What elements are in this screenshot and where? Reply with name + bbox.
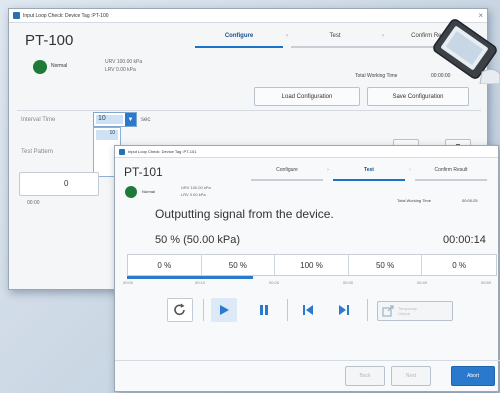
skip-next-icon[interactable]	[331, 298, 357, 322]
back-status-indicator	[33, 60, 47, 74]
restart-icon[interactable]	[167, 298, 193, 322]
front-status-label: Normal	[142, 189, 155, 194]
interval-time-label: Interval Time	[21, 117, 56, 123]
timeline-label-4: 00:40	[417, 280, 428, 285]
front-step-confirm[interactable]: Confirm Result	[415, 167, 487, 173]
interval-option-10[interactable]: 10	[96, 130, 118, 140]
interval-unit: sec	[141, 117, 151, 123]
interval-time-value: 10	[96, 115, 123, 124]
abort-button[interactable]: Abort	[451, 366, 495, 386]
test-pattern-label: Test Pattern	[21, 149, 54, 155]
control-separator-1	[203, 299, 204, 321]
back-step-configure[interactable]: Configure	[195, 33, 283, 39]
front-window-title: Input Loop Check: Device Tag :PT-101	[128, 149, 197, 154]
timeline-labels: 00:00 00:10 00:20 00:30 00:40 00:50	[123, 280, 493, 288]
timeline-label-2: 00:20	[269, 280, 280, 285]
play-icon[interactable]	[211, 298, 237, 322]
back-divider	[17, 110, 481, 111]
segment-1: 50 %	[202, 255, 276, 275]
timeline-label-1: 00:10	[195, 280, 206, 285]
front-step-underline-active	[333, 179, 405, 181]
segment-0: 0 %	[128, 255, 202, 275]
timeline-label-0: 00:00	[123, 280, 134, 285]
back-step-sep-2: ›	[382, 33, 384, 39]
status-message: Outputting signal from the device.	[155, 207, 334, 221]
timeline-label-5: 00:50	[481, 280, 492, 285]
control-separator-3	[367, 299, 368, 321]
front-step-sep-2: ›	[409, 167, 411, 173]
front-step-test[interactable]: Test	[333, 167, 405, 173]
front-stepper: Configure › Test › Confirm Result	[251, 167, 487, 173]
timeline-label-3: 00:30	[343, 280, 354, 285]
front-step-underline-done	[251, 179, 323, 181]
front-status-indicator	[125, 186, 137, 198]
front-step-underline	[415, 179, 487, 181]
skip-previous-icon[interactable]	[295, 298, 321, 322]
temporary-output-label: Temporary Output	[398, 306, 417, 316]
app-icon	[13, 12, 20, 19]
save-configuration-button[interactable]: Save Configuration	[367, 87, 469, 106]
front-device-tag: PT-101	[124, 165, 163, 179]
app-icon	[119, 148, 125, 155]
front-step-configure[interactable]: Configure	[251, 167, 323, 173]
back-total-time-label: Total Working Time	[355, 73, 398, 79]
next-button[interactable]: Next	[391, 366, 431, 386]
front-window-titlebar: Input Loop Check: Device Tag :PT-101	[115, 146, 498, 158]
segment-progress-fill	[127, 276, 253, 279]
back-urv: URV 100.00 kPa	[105, 59, 143, 65]
interval-time-select[interactable]: 10 ▼	[93, 112, 137, 127]
back-window-title: Input Loop Check: Device Tag :PT-100	[23, 12, 109, 19]
external-output-icon	[382, 305, 394, 317]
chevron-down-icon[interactable]: ▼	[125, 113, 136, 126]
front-total-time-value: 00:00:25	[462, 198, 478, 203]
handheld-device-icon	[433, 19, 500, 84]
segment-4: 0 %	[452, 260, 467, 270]
back-window-titlebar: Input Loop Check: Device Tag :PT-100 ×	[9, 9, 487, 23]
back-status-label: Normal	[51, 63, 68, 69]
control-separator-2	[287, 299, 288, 321]
back-button[interactable]: Back	[345, 366, 385, 386]
back-lrv: LRV 0.00 kPa	[105, 67, 136, 73]
temporary-output-button[interactable]: Temporary Output	[377, 301, 453, 321]
segment-3: 50 %	[349, 255, 423, 275]
front-window: Input Loop Check: Device Tag :PT-101 PT-…	[114, 145, 500, 392]
front-bottom-divider	[115, 360, 500, 361]
segment-bar: 0 % 50 % 100 % 50 % 0 %	[127, 254, 497, 276]
progress-text: 50 % (50.00 kPa)	[155, 234, 240, 246]
back-pattern-time: 00:00	[27, 200, 40, 206]
back-step-sep-1: ›	[286, 33, 288, 39]
back-step-underline-active	[195, 46, 283, 48]
back-device-tag: PT-100	[25, 32, 74, 49]
pause-icon[interactable]	[251, 298, 277, 322]
back-step-test[interactable]: Test	[291, 33, 379, 39]
back-pattern-box: 0	[19, 172, 99, 196]
front-step-sep-1: ›	[327, 167, 329, 173]
front-total-time-label: Total Working Time	[397, 198, 431, 203]
back-pattern-value: 0	[64, 179, 69, 188]
segment-2: 100 %	[275, 255, 349, 275]
load-configuration-button[interactable]: Load Configuration	[254, 87, 360, 106]
elapsed-time: 00:00:14	[443, 234, 486, 246]
front-lrv: LRV 0.00 kPa	[181, 192, 206, 197]
